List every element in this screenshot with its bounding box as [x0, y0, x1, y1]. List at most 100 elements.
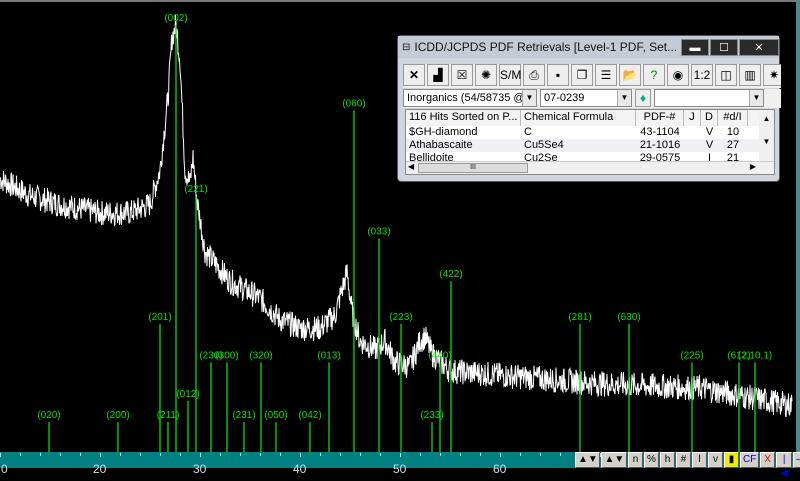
select-row: Inorganics (54/58735 @0 ▼ 07-0239 ▼ ♦ ▼	[403, 89, 781, 108]
plot-tool-button[interactable]: h	[659, 452, 675, 468]
bar-chart-icon[interactable]: ▟	[427, 64, 449, 86]
list-cell: 21-1016	[639, 139, 681, 151]
plot-tool-button[interactable]: —	[793, 452, 800, 468]
horizontal-scrollbar[interactable]: ◀ III ▶	[406, 161, 774, 174]
plot-tool-button[interactable]: X	[760, 452, 776, 468]
x-tick	[320, 453, 321, 456]
chevron-down-icon[interactable]: ▼	[617, 90, 631, 106]
palette-icon[interactable]: ▥	[739, 64, 761, 86]
list-cell: C	[524, 126, 532, 138]
save-icon[interactable]: ▪	[547, 64, 569, 86]
plot-tool-button[interactable]: v	[707, 452, 723, 468]
copy-icon[interactable]: ❐	[571, 64, 593, 86]
color-wheel-icon[interactable]: ✺	[475, 64, 497, 86]
plot-tool-button[interactable]: #	[675, 452, 691, 468]
x-tick	[40, 453, 41, 456]
chevron-down-icon[interactable]: ▼	[749, 90, 763, 106]
vertical-scrollbar[interactable]: ▲ ▼	[759, 110, 774, 162]
plot-tool-button[interactable]: ▲▼	[601, 452, 627, 468]
list-cell: Cu5Se4	[524, 139, 564, 151]
plot-tool-button[interactable]: |◀	[776, 452, 793, 479]
list-icon[interactable]: ☰	[595, 64, 617, 86]
reference-line-label: (033)	[367, 227, 390, 238]
x-tick	[340, 453, 341, 456]
x-tick	[400, 453, 401, 457]
reference-line-label: (221)	[184, 184, 207, 195]
reference-line-label: (200)	[106, 410, 129, 421]
list-cell: 10	[726, 126, 740, 138]
x-tick	[480, 453, 481, 456]
close-button[interactable]: ✕	[739, 38, 779, 56]
column-header-pdf[interactable]: PDF-#	[636, 110, 684, 126]
filter-select-value	[658, 90, 749, 106]
plot-toolbar: ▲▼▲▼n%h#lv▮CFX|◀—▶|	[575, 452, 800, 479]
x-tick-label: 50	[393, 462, 407, 476]
list-header: 116 Hits Sorted on P... Chemical Formula…	[406, 110, 774, 126]
x-tick	[120, 453, 121, 456]
column-header-formula[interactable]: Chemical Formula	[521, 110, 636, 126]
list-item[interactable]: $GH-diamond C 43-1104 V 10	[406, 126, 774, 139]
x-tick	[560, 453, 561, 456]
cube-icon[interactable]: ◫	[715, 64, 737, 86]
list-cell	[684, 139, 701, 152]
chevron-down-icon[interactable]: ▼	[522, 90, 536, 106]
reference-line-label: (422)	[439, 269, 462, 280]
print-icon[interactable]: ⎙	[523, 64, 545, 86]
plot-tool-button[interactable]: ▲▼	[575, 452, 601, 468]
column-header-di[interactable]: #d/I	[718, 110, 748, 126]
help-icon[interactable]: ?	[643, 64, 665, 86]
plot-tool-button[interactable]: CF	[739, 452, 760, 468]
reference-line-label: (320)	[249, 350, 272, 361]
reference-line-label: (020)	[37, 410, 60, 421]
x-tick	[80, 453, 81, 456]
plot-tool-button[interactable]: ▮	[723, 452, 739, 468]
gem-icon[interactable]: ♦	[635, 89, 651, 107]
reference-line-label: (300)	[215, 350, 238, 361]
column-header-j[interactable]: J	[684, 110, 701, 126]
plot-tool-button[interactable]: %	[643, 452, 659, 468]
x-tick	[0, 453, 1, 457]
x-tick	[460, 453, 461, 456]
list-item[interactable]: Athabascaite Cu5Se4 21-1016 V 27	[406, 139, 774, 152]
plot-tool-button[interactable]: n	[627, 452, 643, 468]
x-tick-label: 60	[493, 462, 507, 476]
reference-line-label: (060)	[342, 98, 365, 109]
reference-line-label: (225)	[680, 350, 703, 361]
minimize-button[interactable]: ▬	[681, 38, 709, 56]
list-cell: 43-1104	[640, 126, 680, 138]
scrollbar-thumb[interactable]: III	[418, 163, 528, 173]
x-tick	[100, 453, 101, 457]
pdf-retrievals-window: ⊟ ICDD/JCPDS PDF Retrievals [Level-1 PDF…	[397, 35, 781, 182]
sm-icon[interactable]: S/M	[499, 64, 521, 86]
x-tick	[500, 453, 501, 457]
list-cell: 27	[726, 139, 740, 151]
sun-icon[interactable]: ✷	[763, 64, 781, 86]
x-tick	[260, 453, 261, 456]
filter-select[interactable]: ▼	[654, 89, 764, 107]
pdf-number-select[interactable]: 07-0239 ▼	[540, 89, 632, 107]
column-header-name[interactable]: 116 Hits Sorted on P...	[406, 110, 521, 126]
x-tick	[300, 453, 301, 457]
list-cell: V	[705, 126, 714, 138]
column-header-d[interactable]: D	[701, 110, 718, 126]
database-select[interactable]: Inorganics (54/58735 @0 ▼	[403, 89, 537, 107]
close-icon[interactable]: ✕	[403, 64, 425, 86]
1:2-icon[interactable]: 1:2	[691, 64, 713, 86]
list-cell: V	[705, 139, 714, 151]
title-bar[interactable]: ⊟ ICDD/JCPDS PDF Retrievals [Level-1 PDF…	[398, 36, 779, 58]
reference-line-label: (201)	[148, 312, 171, 323]
open-folder-icon[interactable]: 📂	[619, 64, 641, 86]
reference-line-label: (231)	[232, 410, 255, 421]
x-tick	[380, 453, 381, 456]
reference-line-label: (281)	[568, 312, 591, 323]
x-tick	[440, 453, 441, 456]
x-tick-label: 20	[93, 462, 107, 476]
x-tick	[160, 453, 161, 456]
clear-icon[interactable]: ☒	[451, 64, 473, 86]
plot-right-border	[796, 0, 800, 452]
maximize-button[interactable]: ☐	[710, 38, 738, 56]
reference-line-label: (042)	[298, 410, 321, 421]
plot-tool-button[interactable]: l	[691, 452, 707, 468]
view-icon[interactable]: ◉	[667, 64, 689, 86]
x-tick	[140, 453, 141, 456]
